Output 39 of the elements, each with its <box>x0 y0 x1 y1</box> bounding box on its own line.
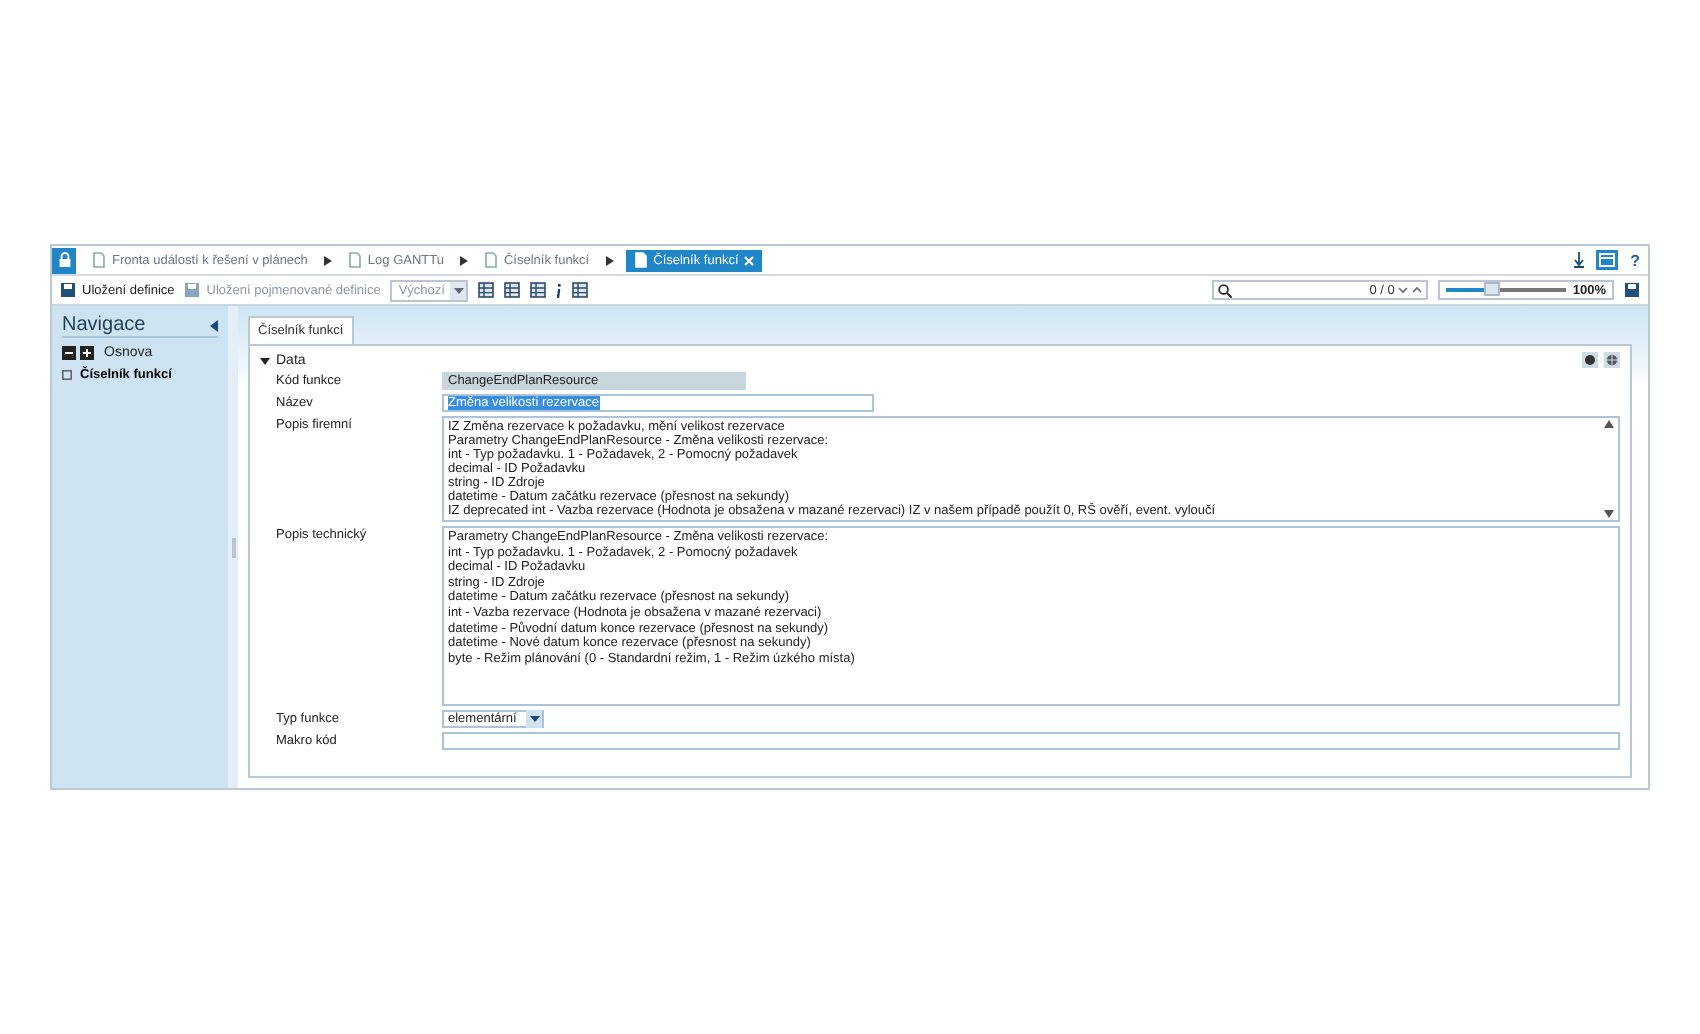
close-icon[interactable] <box>744 255 755 265</box>
square-icon <box>62 370 72 380</box>
help-button[interactable]: ? <box>1630 251 1640 269</box>
window-icon[interactable] <box>1596 250 1619 270</box>
splitter-handle-icon[interactable] <box>231 537 235 557</box>
triangle-right-icon <box>459 255 468 265</box>
expand-triangle-icon[interactable] <box>260 355 270 365</box>
memo-field[interactable] <box>442 526 1620 706</box>
document-icon <box>347 252 362 268</box>
grid-icon[interactable] <box>478 282 495 298</box>
triangle-right-icon <box>605 255 614 265</box>
download-arrow-icon[interactable] <box>1574 252 1585 268</box>
globe-icon[interactable] <box>1604 352 1620 368</box>
save-icon <box>60 282 76 298</box>
chevron-down-icon[interactable] <box>1398 286 1409 294</box>
text-field[interactable] <box>442 732 1620 750</box>
grid-icon[interactable] <box>572 282 589 298</box>
scroll-up-icon[interactable] <box>1604 420 1614 428</box>
save-icon <box>1624 282 1640 298</box>
navigation-title: Navigace <box>62 314 146 336</box>
memo-field[interactable] <box>442 416 1620 522</box>
save-icon <box>184 282 201 298</box>
collapse-icon[interactable] <box>210 319 218 331</box>
document-icon <box>483 252 498 268</box>
caret-icon <box>529 716 539 722</box>
chevron-up-icon[interactable] <box>1412 286 1423 294</box>
search-icon <box>1218 283 1233 297</box>
document-icon <box>92 252 106 268</box>
document-icon <box>633 252 648 268</box>
plus-icon[interactable] <box>80 346 94 360</box>
scroll-down-icon[interactable] <box>1604 510 1614 518</box>
slider-thumb[interactable] <box>1483 282 1500 296</box>
info-icon[interactable] <box>556 283 563 297</box>
grid-icon[interactable] <box>504 282 521 298</box>
lock-icon[interactable] <box>52 247 76 273</box>
triangle-right-icon <box>323 255 332 265</box>
grid-icon[interactable] <box>530 282 547 298</box>
caret-icon <box>453 287 464 293</box>
minus-icon[interactable] <box>62 346 76 360</box>
